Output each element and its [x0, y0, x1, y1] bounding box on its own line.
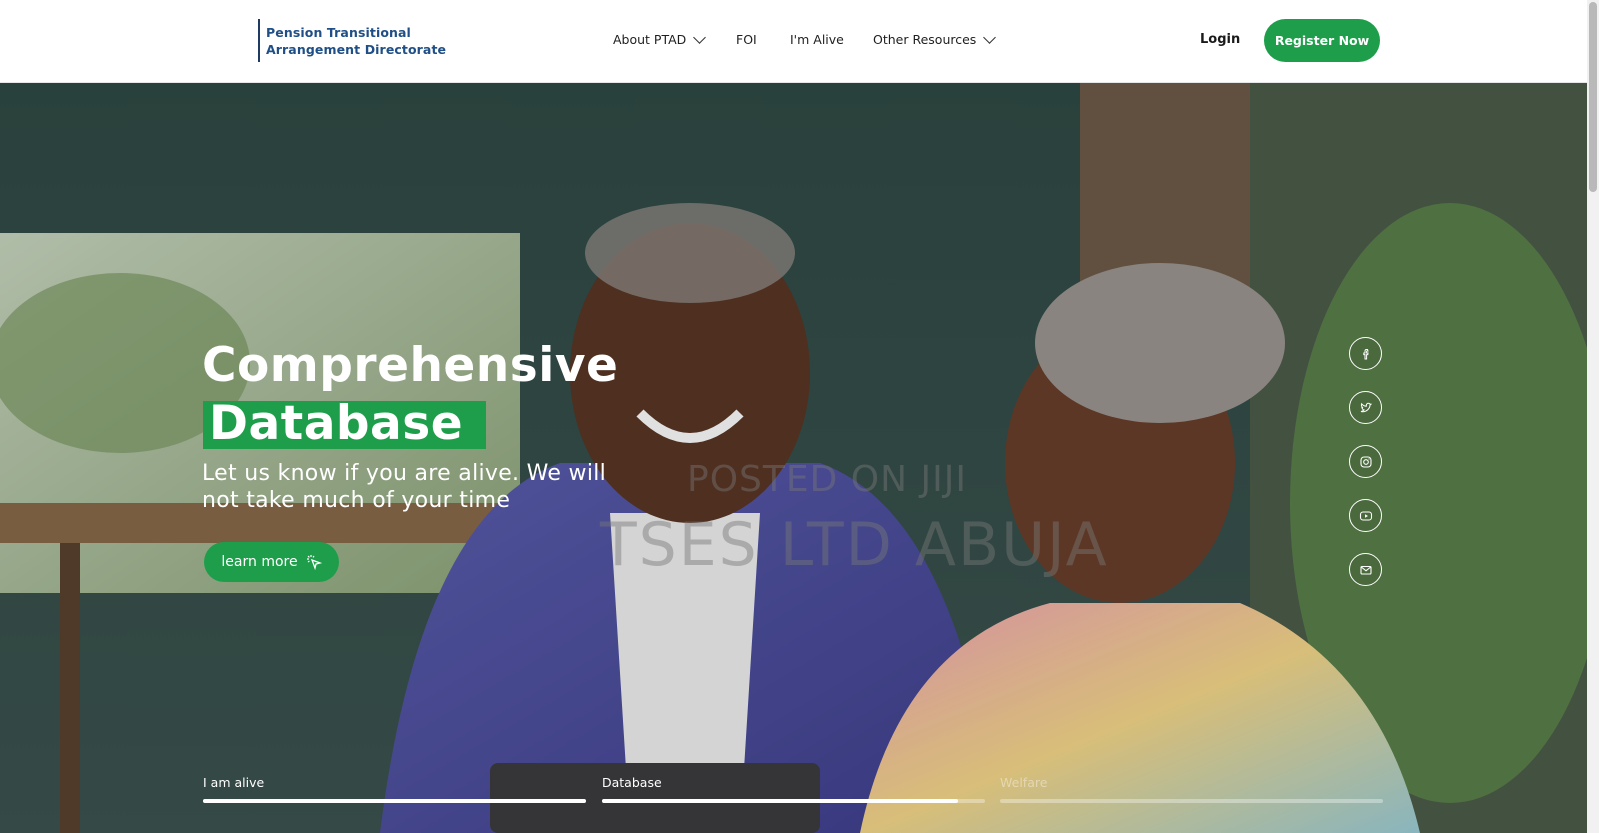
slide-tab-i-am-alive[interactable]: I am alive: [203, 775, 586, 803]
twitter-icon: [1360, 402, 1372, 412]
chevron-down-icon: [693, 30, 707, 44]
slide-tab-welfare[interactable]: Welfare: [1000, 775, 1383, 803]
slide-tab-database[interactable]: Database: [602, 775, 985, 803]
register-now-button[interactable]: Register Now: [1264, 19, 1380, 62]
nav-about-ptad-label: About PTAD: [613, 32, 687, 47]
login-link[interactable]: Login: [1200, 32, 1240, 47]
slide-tab-label: Database: [602, 775, 662, 790]
hero-subtext: Let us know if you are alive. We will no…: [202, 461, 607, 513]
nav-other-resources[interactable]: Other Resources: [873, 30, 997, 47]
sparkle-cursor-icon: [306, 555, 322, 570]
watermark-line-2: TSES LTD ABUJA: [600, 510, 1109, 580]
slide-tab-label: I am alive: [203, 775, 265, 790]
page-scrollbar-thumb[interactable]: [1589, 2, 1597, 192]
facebook-icon: [1362, 348, 1369, 359]
youtube-button[interactable]: [1349, 499, 1382, 532]
slide-tab-progress: [602, 799, 959, 803]
instagram-button[interactable]: [1349, 445, 1382, 478]
instagram-icon: [1359, 455, 1372, 468]
learn-more-button[interactable]: learn more: [204, 542, 339, 582]
watermark-line-1: POSTED ON JIJI: [687, 459, 967, 500]
nav-im-alive[interactable]: I'm Alive: [790, 32, 844, 47]
nav-foi-label: FOI: [736, 32, 757, 47]
slide-tab-progress: [203, 799, 586, 803]
logo-line-2: Arrangement Directorate: [266, 41, 447, 57]
hero-headline: Comprehensive: [202, 338, 619, 393]
youtube-icon: [1359, 510, 1372, 521]
site-header: Pension Transitional Arrangement Directo…: [0, 0, 1587, 83]
hero-headline-highlight: Database: [203, 396, 486, 451]
learn-more-label: learn more: [221, 554, 298, 570]
mail-icon: [1359, 565, 1372, 575]
nav-foi[interactable]: FOI: [736, 32, 757, 47]
slide-tab-label: Welfare: [1000, 775, 1048, 790]
nav-about-ptad[interactable]: About PTAD: [613, 30, 707, 47]
chevron-down-icon: [983, 30, 997, 44]
twitter-button[interactable]: [1349, 391, 1382, 424]
nav-other-resources-label: Other Resources: [873, 32, 977, 47]
nav-im-alive-label: I'm Alive: [790, 32, 844, 47]
mail-button[interactable]: [1349, 553, 1382, 586]
logo-line-1: Pension Transitional: [266, 24, 411, 40]
hero-headline-highlight-text: Database: [209, 396, 464, 451]
slide-tab-track: [1000, 799, 1383, 803]
logo[interactable]: Pension Transitional Arrangement Directo…: [258, 19, 446, 62]
facebook-button[interactable]: [1349, 337, 1382, 370]
